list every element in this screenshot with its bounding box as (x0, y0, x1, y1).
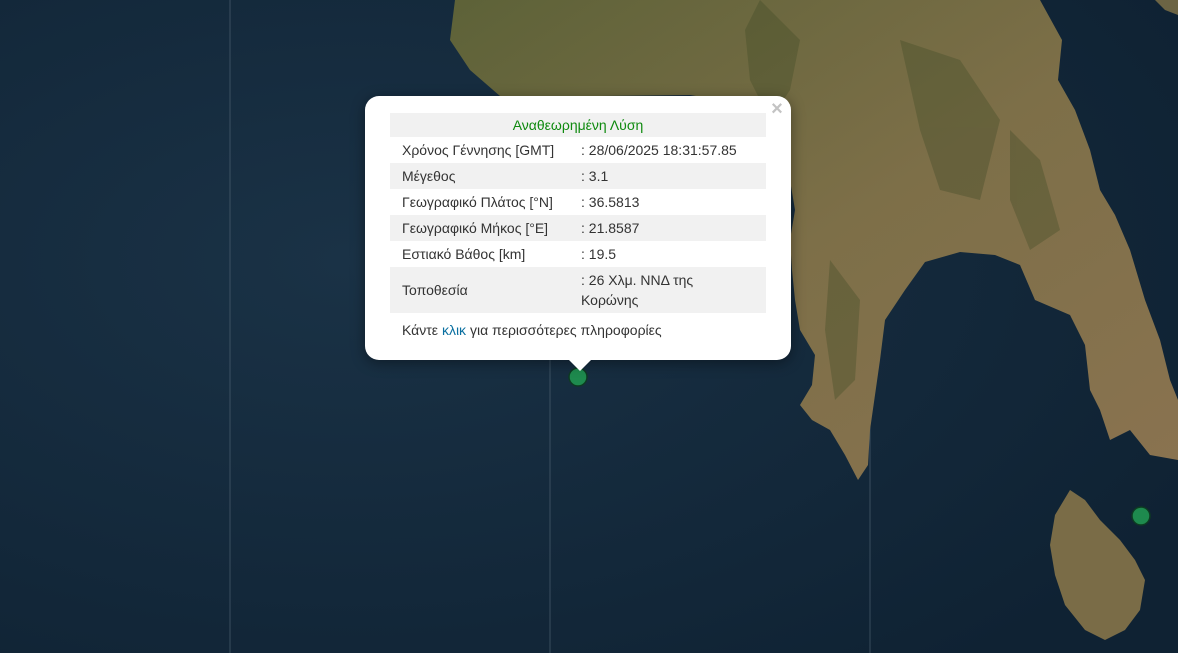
table-row: Γεωγραφικό Πλάτος [°N] : 36.5813 (390, 189, 766, 215)
table-row: Τοποθεσία : 26 Χλμ. ΝΝΔ της Κορώνης (390, 267, 766, 313)
table-row: Εστιακό Βάθος [km] : 19.5 (390, 241, 766, 267)
row-label: Τοποθεσία (390, 267, 579, 313)
row-label: Γεωγραφικό Πλάτος [°N] (402, 194, 553, 210)
table-row: Γεωγραφικό Μήκος [°E] : 21.8587 (390, 215, 766, 241)
close-icon[interactable]: × (769, 99, 785, 119)
row-value: : 19.5 (581, 246, 617, 262)
table-row: Χρόνος Γέννησης [GMT] : 28/06/2025 18:31… (390, 137, 766, 163)
row-label: Εστιακό Βάθος [km] (402, 246, 526, 262)
row-value: : 21.8587 (579, 215, 766, 241)
table-header-row: Αναθεωρημένη Λύση (390, 113, 766, 137)
row-value: : 26 Χλμ. ΝΝΔ της Κορώνης (579, 267, 766, 313)
row-value: : 28/06/2025 18:31:57.85 (581, 142, 737, 158)
row-value: : 3.1 (579, 163, 766, 189)
row-label: Γεωγραφικό Μήκος [°E] (390, 215, 579, 241)
more-info-line: Κάντε κλικ για περισσότερες πληροφορίες (402, 322, 662, 338)
earthquake-marker[interactable] (1131, 506, 1151, 526)
table-row: Μέγεθος : 3.1 (390, 163, 766, 189)
row-label: Μέγεθος (390, 163, 579, 189)
popup-title: Αναθεωρημένη Λύση (390, 113, 766, 137)
earthquake-popup: × Αναθεωρημένη Λύση Χρόνος Γέννησης [GMT… (365, 96, 791, 360)
more-info-prefix: Κάντε (402, 322, 439, 338)
more-info-suffix: για περισσότερες πληροφορίες (469, 322, 662, 338)
more-info-link[interactable]: κλικ (442, 322, 466, 338)
row-value: : 36.5813 (581, 194, 640, 210)
earthquake-info-table: Αναθεωρημένη Λύση Χρόνος Γέννησης [GMT] … (390, 113, 766, 313)
popup-tip (568, 359, 592, 371)
row-label: Χρόνος Γέννησης [GMT] (402, 142, 555, 158)
